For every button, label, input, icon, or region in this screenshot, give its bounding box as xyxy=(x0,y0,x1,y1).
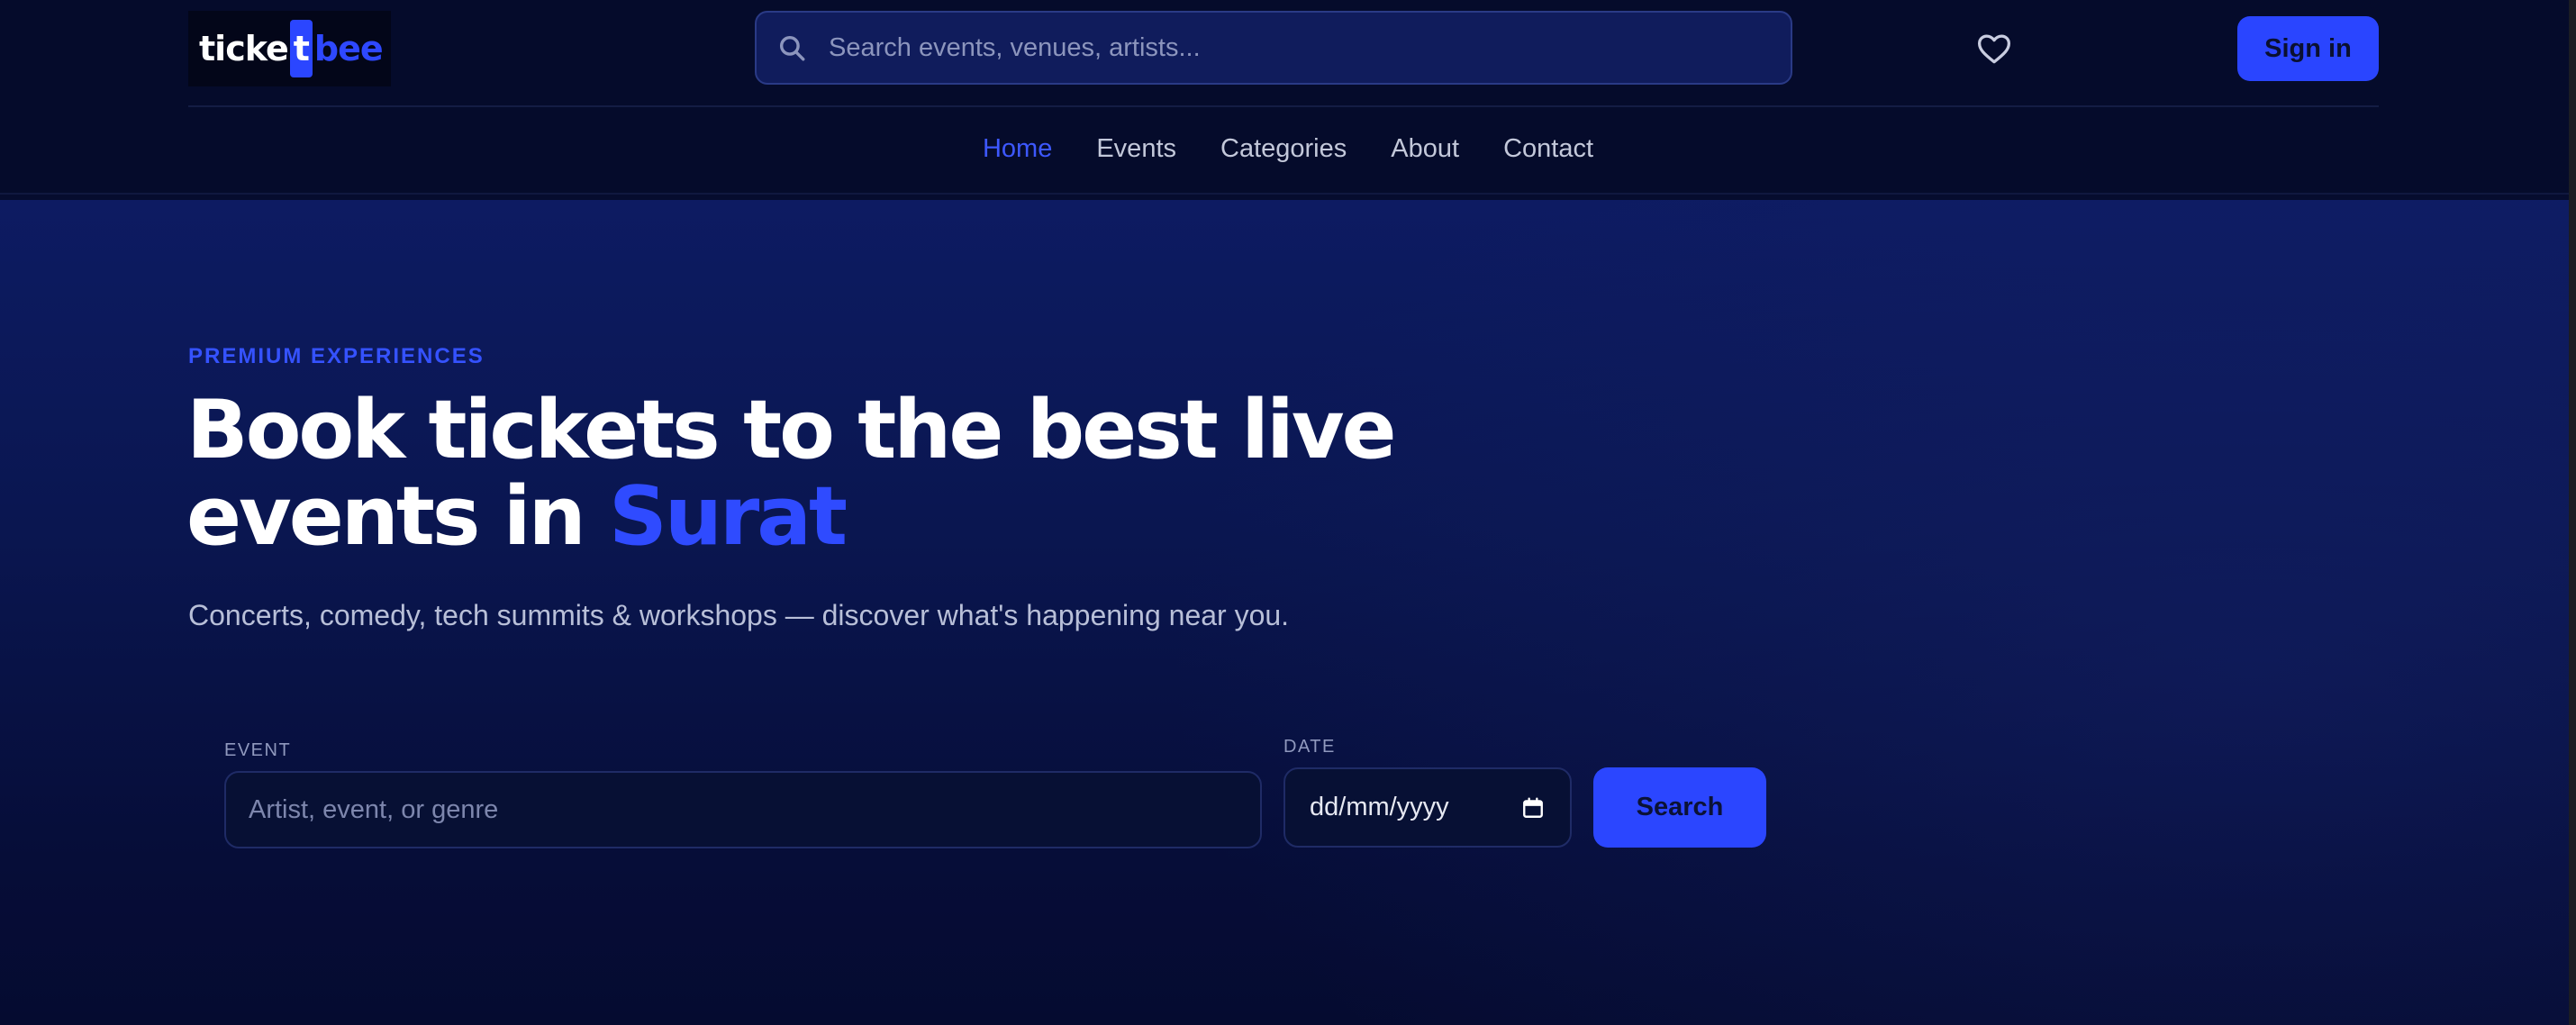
hero-subtitle: Concerts, comedy, tech summits & worksho… xyxy=(188,599,1290,631)
main-nav: Home Events Categories About Contact xyxy=(0,107,2569,190)
nav-item-about[interactable]: About xyxy=(1391,134,1459,164)
header-top-bar: ticketbee Sign in xyxy=(188,0,2379,107)
logo-text-end: bee xyxy=(313,29,384,68)
site-header: ticketbee Sign in Home Events Categories… xyxy=(0,0,2569,195)
scrollbar[interactable] xyxy=(2569,0,2576,1025)
date-field-label: DATE xyxy=(1283,737,1336,757)
date-field[interactable]: dd/mm/yyyy xyxy=(1283,767,1572,848)
event-input[interactable] xyxy=(226,794,1260,826)
search-icon xyxy=(779,35,805,61)
search-input[interactable] xyxy=(827,12,1791,84)
date-input[interactable]: dd/mm/yyyy xyxy=(1285,793,1521,822)
heart-icon xyxy=(1978,34,2010,64)
nav-item-home[interactable]: Home xyxy=(983,134,1052,164)
nav-item-categories[interactable]: Categories xyxy=(1220,134,1347,164)
logo[interactable]: ticke t bee xyxy=(188,11,391,86)
page: ticketbee Sign in Home Events Categories… xyxy=(0,0,2569,1025)
logo-text-mark: t xyxy=(289,20,313,77)
logo-text-start: ticke xyxy=(199,29,289,68)
nav-item-contact[interactable]: Contact xyxy=(1503,134,1593,164)
headline-line-1: Book tickets to the best live xyxy=(186,383,1397,477)
headline-city: Surat xyxy=(609,469,848,564)
event-field-label: EVENT xyxy=(224,740,292,760)
sign-in-button[interactable]: Sign in xyxy=(2237,16,2379,81)
favorites-button[interactable] xyxy=(1972,27,2017,70)
event-field[interactable] xyxy=(224,771,1262,848)
search-submit-button[interactable]: Search xyxy=(1593,767,1766,848)
hero-section: PREMIUM EXPERIENCES Book tickets to the … xyxy=(0,200,2569,1025)
headline-line-2: events in xyxy=(186,469,609,564)
calendar-icon[interactable] xyxy=(1521,796,1545,820)
hero-headline: Book tickets to the best live events in … xyxy=(186,387,1537,560)
nav-item-events[interactable]: Events xyxy=(1096,134,1176,164)
header-search-bar[interactable] xyxy=(755,11,1792,85)
hero-eyebrow: PREMIUM EXPERIENCES xyxy=(188,344,485,368)
